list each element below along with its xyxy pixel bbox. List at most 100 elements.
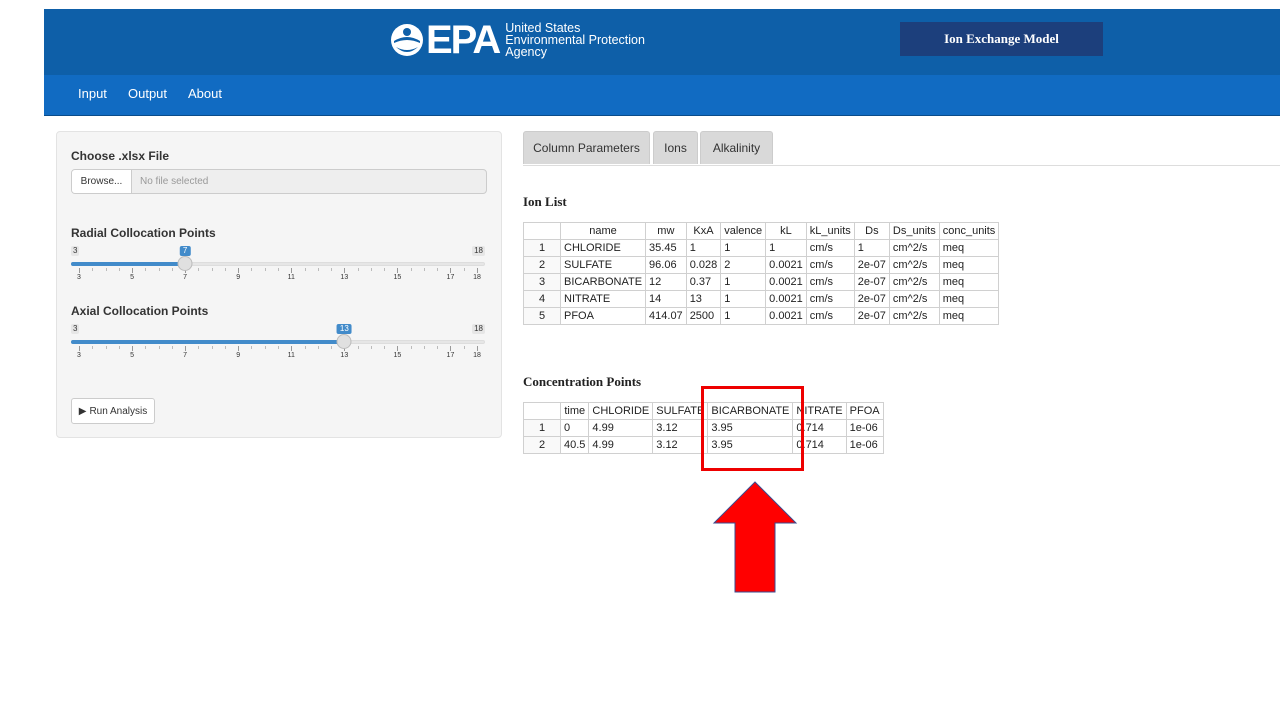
table-cell: meq	[938, 307, 1000, 325]
file-input-label: Choose .xlsx File	[71, 149, 170, 163]
table-cell: SULFATE	[559, 256, 647, 274]
column-header[interactable]: kL	[765, 222, 807, 240]
axial-tick	[264, 346, 266, 349]
table-cell: 3.12	[652, 419, 709, 437]
column-header[interactable]: name	[559, 222, 647, 240]
table-cell: cm/s	[805, 290, 855, 308]
axial-tick	[211, 346, 213, 349]
column-header[interactable]: kL_units	[805, 222, 855, 240]
epa-wordmark: EPA	[426, 18, 501, 62]
axial-tick	[423, 346, 425, 349]
axial-tick	[238, 346, 240, 351]
axial-tick	[171, 346, 173, 349]
table-row: 5 PFOA 414.07 2500 1 0.0021 cm/s 2e-07 cm^2/s meq	[523, 307, 1000, 325]
radial-tick	[437, 268, 439, 271]
epa-flower-icon	[391, 24, 423, 56]
axial-tick	[450, 346, 452, 351]
radial-tick-label: 9	[236, 274, 241, 281]
file-input[interactable]: Browse... No file selected	[71, 169, 487, 194]
agency-line-3: Agency	[505, 45, 547, 59]
radial-handle[interactable]	[177, 256, 193, 271]
radial-tick	[278, 268, 279, 271]
radial-tick	[463, 268, 465, 271]
table-cell: 13	[685, 290, 722, 308]
table-cell: 1	[720, 290, 767, 308]
column-header[interactable]: SULFATE	[652, 402, 709, 420]
tab-alkalinity[interactable]: Alkalinity	[700, 131, 773, 164]
table-cell: 0.0021	[765, 290, 807, 308]
run-analysis-button[interactable]: ▶ Run Analysis	[71, 398, 155, 424]
table-cell: 5	[523, 307, 561, 325]
axial-tick-label: 17	[446, 352, 455, 359]
table-cell: 12	[645, 273, 687, 291]
column-header[interactable]: conc_units	[938, 222, 1000, 240]
run-analysis-label: Run Analysis	[89, 405, 148, 417]
nav-about[interactable]: About	[188, 75, 222, 115]
ion-list-title: Ion List	[523, 194, 567, 209]
axial-tick	[304, 346, 306, 349]
radial-tick	[370, 268, 372, 271]
axial-tick-label: 13	[340, 352, 349, 359]
ion-exchange-model-button[interactable]: Ion Exchange Model	[900, 22, 1103, 56]
table-cell: 0.0021	[765, 256, 807, 274]
axial-tick-label: 18	[473, 352, 481, 359]
radial-tick	[224, 268, 226, 271]
highlight-box	[701, 386, 804, 471]
radial-tick	[384, 268, 386, 271]
column-header[interactable]: Ds	[853, 222, 890, 240]
table-cell: meq	[938, 290, 1000, 308]
column-header[interactable]: time	[559, 402, 590, 420]
column-header[interactable]: mw	[645, 222, 687, 240]
axial-handle[interactable]	[336, 334, 352, 349]
table-row: 1 CHLORIDE 35.45 1 1 1 cm/s 1 cm^2/s meq	[523, 239, 1000, 257]
table-cell: 0.0021	[765, 273, 807, 291]
axial-tick	[118, 346, 120, 349]
table-cell: cm^2/s	[888, 239, 940, 257]
column-header[interactable]	[523, 402, 561, 420]
axial-collocation-slider[interactable]: 3 18 13 3 5 7 9 11 13 15 17 18	[71, 324, 485, 364]
table-cell: 2	[720, 256, 767, 274]
nav-input[interactable]: Input	[78, 75, 107, 115]
radial-tick	[171, 268, 173, 271]
radial-label: Radial Collocation Points	[71, 226, 216, 240]
table-cell: 96.06	[645, 256, 687, 274]
radial-tick	[198, 268, 200, 271]
table-cell: cm^2/s	[888, 256, 940, 274]
nav-output[interactable]: Output	[128, 75, 167, 115]
tab-ions[interactable]: Ions	[653, 131, 698, 164]
site-header: EPA United States Environmental Protecti…	[44, 9, 1280, 75]
table-cell: PFOA	[559, 307, 647, 325]
radial-tick	[410, 268, 412, 271]
column-header[interactable]: PFOA	[845, 402, 884, 420]
column-header[interactable]: Ds_units	[888, 222, 940, 240]
column-header[interactable]: KxA	[685, 222, 722, 240]
play-icon: ▶	[78, 405, 87, 417]
table-cell: 1	[853, 239, 890, 257]
table-cell: 2	[523, 436, 561, 454]
table-cell: cm^2/s	[888, 273, 940, 291]
axial-tick-label: 3	[77, 352, 81, 359]
radial-tick	[357, 268, 359, 271]
radial-tick	[211, 268, 213, 271]
axial-tick	[251, 346, 253, 349]
tab-bar: Column Parameters Ions Alkalinity	[523, 131, 1280, 166]
column-header[interactable]: CHLORIDE	[588, 402, 654, 420]
axial-tick	[410, 346, 412, 349]
column-header[interactable]: valence	[720, 222, 767, 240]
table-cell: cm/s	[805, 256, 855, 274]
table-cell: 1	[523, 239, 561, 257]
epa-logo[interactable]: EPA United States Environmental Protecti…	[390, 20, 645, 60]
axial-tick	[317, 346, 319, 349]
radial-tick	[251, 268, 253, 271]
table-header-row: name mw KxA valence kL kL_units Ds Ds_units conc…	[523, 222, 1000, 240]
axial-tick	[105, 346, 107, 349]
radial-tick-label: 3	[77, 274, 81, 281]
table-cell: 0.37	[685, 273, 722, 291]
browse-button[interactable]: Browse...	[72, 170, 132, 193]
column-header[interactable]	[523, 222, 561, 240]
axial-tick	[198, 346, 200, 349]
radial-collocation-slider[interactable]: 3 18 7 3 5 7 9 11 13 15 17 18	[71, 246, 485, 286]
tab-column-parameters[interactable]: Column Parameters	[523, 131, 650, 164]
radial-tick	[331, 268, 333, 271]
axial-min-label: 3	[71, 324, 80, 334]
